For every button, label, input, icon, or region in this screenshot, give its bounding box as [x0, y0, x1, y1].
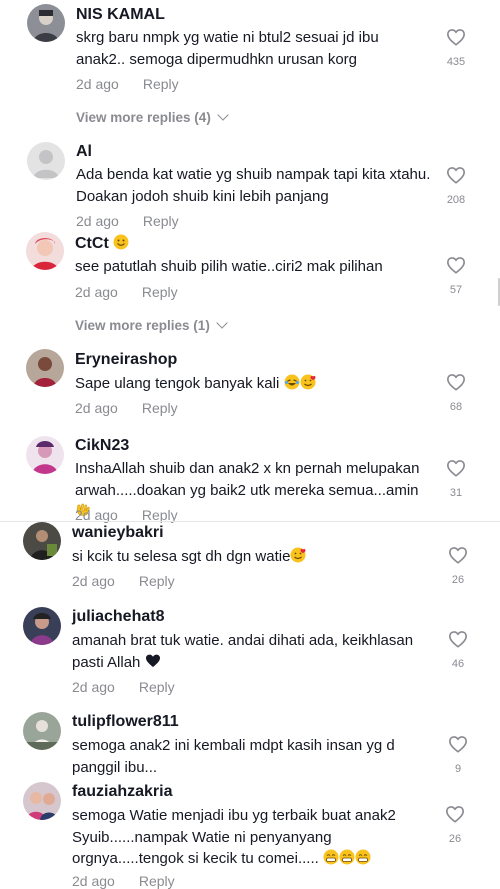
- heart-icon: [448, 546, 468, 564]
- comment-time: 2d ago: [75, 400, 118, 416]
- comment-text: Sape ulang tengok banyak kali: [75, 373, 430, 395]
- heart-icon: [445, 805, 465, 823]
- comment-text: see patutlah shuib pilih watie..ciri2 ma…: [75, 258, 383, 275]
- reply-button[interactable]: Reply: [142, 284, 178, 300]
- heart-icon: [446, 373, 466, 391]
- comment-time: 2d ago: [75, 284, 118, 300]
- comment-text: skrg baru nmpk yg watie ni btul2 sesuai …: [76, 29, 379, 68]
- comment-meta: 2d ago Reply: [75, 400, 178, 416]
- like-button[interactable]: 46: [438, 630, 478, 670]
- comment-meta: 2d ago Reply: [72, 873, 175, 889]
- comment-time: 2d ago: [76, 76, 119, 92]
- comment-meta: 2d ago Reply: [76, 213, 179, 229]
- comment-meta: 2d ago Reply: [72, 573, 175, 589]
- avatar[interactable]: [27, 142, 65, 180]
- like-count: 208: [446, 194, 466, 206]
- heart-icon: [448, 630, 468, 648]
- avatar[interactable]: [23, 782, 61, 820]
- divider: [0, 521, 500, 522]
- hearts-face-icon: [300, 374, 316, 390]
- comment-text: Ada benda kat watie yg shuib nampak tapi…: [76, 166, 431, 205]
- reply-button[interactable]: Reply: [142, 400, 178, 416]
- comment-username[interactable]: wanieybakri: [72, 524, 164, 542]
- reply-button[interactable]: Reply: [139, 679, 175, 695]
- heart-icon: [446, 166, 466, 184]
- like-button[interactable]: 31: [436, 459, 476, 499]
- comment-username[interactable]: tulipflower811: [72, 713, 179, 731]
- comment-time: 2d ago: [76, 213, 119, 229]
- like-count: 31: [449, 487, 463, 499]
- comment-text: amanah brat tuk watie. andai dihati ada,…: [72, 632, 414, 671]
- like-button[interactable]: 57: [436, 256, 476, 296]
- comment-time: 2d ago: [72, 679, 115, 695]
- like-count: 57: [449, 284, 463, 296]
- like-button[interactable]: 208: [436, 166, 476, 206]
- grinning-face-icon: [355, 849, 371, 865]
- grinning-face-icon: [323, 849, 339, 865]
- comment-time: 2d ago: [72, 573, 115, 589]
- hearts-face-icon: [290, 547, 306, 563]
- avatar[interactable]: [23, 607, 61, 645]
- view-more-replies[interactable]: View more replies (4): [76, 109, 229, 125]
- like-button[interactable]: 26: [438, 546, 478, 586]
- avatar[interactable]: [26, 232, 64, 270]
- chevron-down-icon: [217, 109, 229, 121]
- comment-time: 2d ago: [72, 873, 115, 889]
- avatar[interactable]: [23, 522, 61, 560]
- heart-icon: [145, 653, 161, 669]
- comment-username[interactable]: Al: [76, 143, 92, 161]
- reply-button[interactable]: Reply: [139, 573, 175, 589]
- grinning-face-icon: [339, 849, 355, 865]
- comment-meta: 2d ago Reply: [76, 76, 179, 92]
- comment-username[interactable]: CtCt: [75, 234, 129, 253]
- comment-username[interactable]: NIS KAMAL: [76, 6, 165, 24]
- heart-icon: [446, 256, 466, 274]
- avatar[interactable]: [26, 349, 64, 387]
- reply-button[interactable]: Reply: [143, 213, 179, 229]
- laughing-tears-icon: [284, 374, 300, 390]
- like-count: 435: [446, 56, 466, 68]
- avatar[interactable]: [27, 4, 65, 42]
- avatar[interactable]: [23, 712, 61, 750]
- like-count: 26: [451, 574, 465, 586]
- like-count: 46: [451, 658, 465, 670]
- view-more-replies[interactable]: View more replies (1): [75, 317, 228, 333]
- smiling-face-icon: [113, 234, 129, 250]
- comment-username[interactable]: juliachehat8: [72, 608, 164, 626]
- comment-username[interactable]: fauziahzakria: [72, 783, 172, 801]
- reply-button[interactable]: Reply: [139, 873, 175, 889]
- comment-meta: 2d ago Reply: [75, 284, 178, 300]
- comment-username[interactable]: CikN23: [75, 437, 129, 455]
- heart-icon: [446, 28, 466, 46]
- like-button[interactable]: 435: [436, 28, 476, 68]
- like-button[interactable]: 9: [438, 735, 478, 775]
- heart-icon: [448, 735, 468, 753]
- comment-text: semoga Watie menjadi ibu yg terbaik buat…: [72, 807, 396, 867]
- like-count: 26: [448, 833, 462, 845]
- comment-meta: 2d ago Reply: [72, 679, 175, 695]
- reply-button[interactable]: Reply: [143, 76, 179, 92]
- chevron-down-icon: [216, 317, 228, 329]
- avatar[interactable]: [26, 436, 64, 474]
- comment-text: semoga anak2 ini kembali mdpt kasih insa…: [72, 737, 395, 776]
- like-button[interactable]: 68: [436, 373, 476, 413]
- like-count: 9: [454, 763, 462, 775]
- comment-text: si kcik tu selesa sgt dh dgn watie: [72, 546, 427, 568]
- heart-icon: [446, 459, 466, 477]
- like-count: 68: [449, 401, 463, 413]
- like-button[interactable]: 26: [435, 805, 475, 845]
- comment-username[interactable]: Eryneirashop: [75, 351, 177, 369]
